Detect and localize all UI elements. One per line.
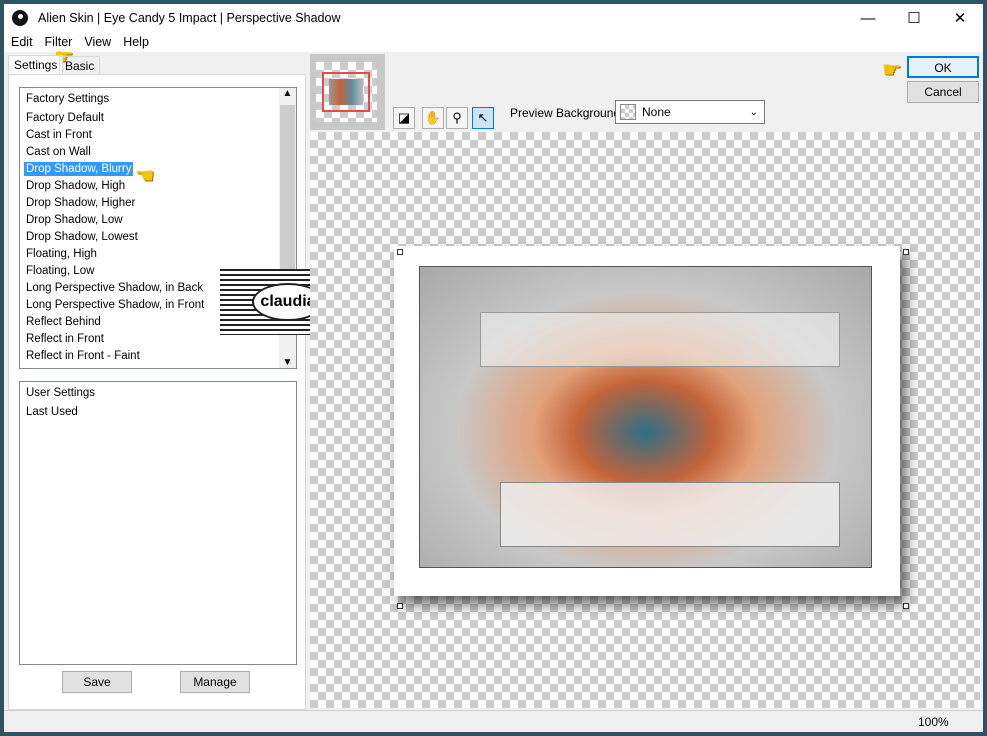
preview-background-value: None: [642, 105, 671, 119]
list-item-label: Reflect in Front: [26, 333, 104, 345]
list-item[interactable]: Drop Shadow, High: [20, 178, 296, 195]
menu-view[interactable]: View: [84, 35, 111, 49]
list-item-label: Drop Shadow, Lowest: [26, 231, 138, 243]
list-item[interactable]: Last Used: [20, 404, 296, 421]
navigator-thumbnail[interactable]: [310, 54, 385, 130]
list-item[interactable]: Factory Default: [20, 110, 296, 127]
close-button[interactable]: ✕: [937, 4, 983, 32]
scroll-down-icon[interactable]: ▼: [279, 357, 296, 368]
settings-panel: Factory Settings Factory Default Cast in …: [8, 74, 356, 710]
resize-handle[interactable]: [397, 603, 403, 609]
title-bar: Alien Skin | Eye Candy 5 Impact | Perspe…: [4, 4, 983, 32]
pointing-hand-icon: ☛: [882, 57, 902, 82]
list-item[interactable]: Drop Shadow, Blurry: [20, 161, 296, 178]
list-item[interactable]: Floating, High: [20, 246, 296, 263]
scroll-up-icon[interactable]: ▲: [279, 88, 296, 105]
user-settings-list[interactable]: User Settings Last Used: [19, 381, 297, 665]
zoom-tool-icon[interactable]: ⚲: [446, 107, 468, 129]
preview-background-select[interactable]: None ⌄: [615, 100, 765, 124]
list-item-label: Long Perspective Shadow, in Front: [26, 299, 205, 311]
maximize-button[interactable]: ☐: [891, 4, 937, 32]
chevron-down-icon: ⌄: [749, 106, 758, 118]
list-item[interactable]: Reflect in Front - Faint: [20, 348, 296, 365]
scroll-thumb[interactable]: [280, 105, 295, 272]
list-item-label: Long Perspective Shadow, in Back: [26, 282, 204, 294]
ok-button[interactable]: OK: [907, 56, 979, 78]
list-item-label: Floating, High: [26, 248, 97, 260]
menu-help[interactable]: Help: [123, 35, 149, 49]
checker-swatch-icon: [620, 104, 636, 120]
list-item[interactable]: Cast in Front: [20, 127, 296, 144]
window: Alien Skin | Eye Candy 5 Impact | Perspe…: [4, 4, 983, 732]
list-item[interactable]: Cast on Wall: [20, 144, 296, 161]
menu-bar: Edit Filter View Help: [4, 32, 983, 52]
list-item[interactable]: Drop Shadow, Higher: [20, 195, 296, 212]
thumbnail-frame: [322, 72, 370, 112]
window-title: Alien Skin | Eye Candy 5 Impact | Perspe…: [38, 11, 341, 25]
tab-basic[interactable]: Basic: [59, 56, 101, 75]
zoom-level: 100%: [918, 715, 949, 729]
alien-skin-icon: [12, 10, 28, 26]
resize-handle[interactable]: [397, 249, 403, 255]
list-item-label: Cast in Front: [26, 129, 92, 141]
pointer-tool-icon[interactable]: ↖: [472, 107, 494, 129]
artwork: [419, 266, 872, 568]
list-item-label: Drop Shadow, Low: [26, 214, 123, 226]
manage-button[interactable]: Manage: [180, 671, 250, 693]
cancel-button[interactable]: Cancel: [907, 81, 979, 103]
minimize-button[interactable]: —: [845, 4, 891, 32]
preview-image: [394, 246, 900, 596]
list-item[interactable]: Drop Shadow, Low: [20, 212, 296, 229]
resize-handle[interactable]: [903, 603, 909, 609]
menu-edit[interactable]: Edit: [11, 35, 33, 49]
preview-canvas[interactable]: [310, 132, 980, 708]
save-button[interactable]: Save: [62, 671, 132, 693]
tab-settings[interactable]: Settings: [8, 55, 64, 75]
list-item-label: Drop Shadow, Higher: [26, 197, 136, 209]
list-item-label: Drop Shadow, Blurry: [24, 162, 134, 176]
list-item[interactable]: Drop Shadow, Lowest: [20, 229, 296, 246]
resize-handle[interactable]: [903, 249, 909, 255]
list-item-label: Drop Shadow, High: [26, 180, 126, 192]
list-item-label: Reflect Behind: [26, 316, 101, 328]
user-settings-header: User Settings: [26, 387, 96, 399]
list-item-label: Reflect in Front - Faint: [26, 350, 140, 362]
list-item-label: Cast on Wall: [26, 146, 91, 158]
list-item-label: Factory Default: [26, 112, 104, 124]
status-bar: 100%: [4, 710, 983, 732]
preview-compare-icon[interactable]: ◪: [393, 107, 415, 129]
list-item-label: Floating, Low: [26, 265, 95, 277]
hand-tool-icon[interactable]: ✋: [422, 107, 444, 129]
pointing-hand-icon: ☚: [135, 163, 155, 188]
preview-background-label: Preview Background:: [510, 106, 624, 120]
factory-settings-header: Factory Settings: [26, 93, 110, 105]
